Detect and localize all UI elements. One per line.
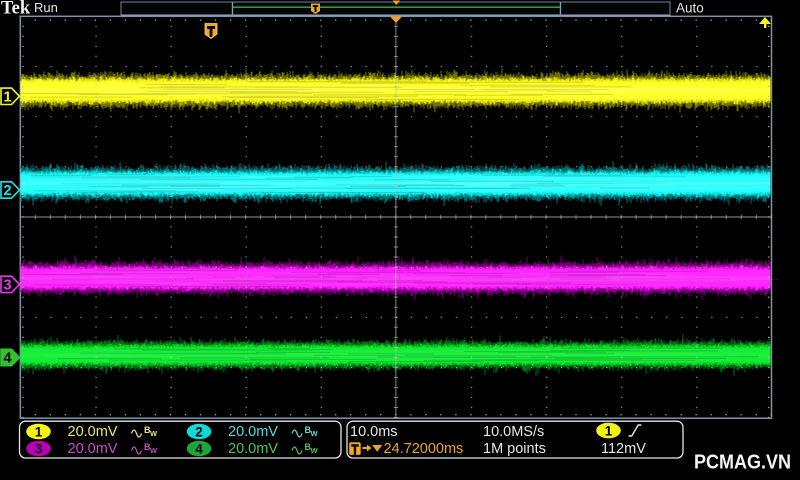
svg-text:10.0ms: 10.0ms xyxy=(350,424,398,440)
svg-text:20.0mV: 20.0mV xyxy=(228,424,278,440)
svg-text:1: 1 xyxy=(35,425,43,440)
svg-text:24.72000ms: 24.72000ms xyxy=(384,441,464,457)
svg-text:1M points: 1M points xyxy=(483,441,546,457)
svg-text:2: 2 xyxy=(195,425,203,440)
svg-text:W: W xyxy=(311,429,319,438)
svg-text:W: W xyxy=(150,446,158,455)
svg-text:3: 3 xyxy=(35,442,43,457)
svg-text:2: 2 xyxy=(3,183,11,199)
svg-text:10.0MS/s: 10.0MS/s xyxy=(483,424,544,440)
svg-text:1: 1 xyxy=(3,90,11,106)
svg-text:1: 1 xyxy=(605,424,613,439)
svg-text:Auto: Auto xyxy=(676,1,704,16)
svg-text:20.0mV: 20.0mV xyxy=(68,424,118,440)
svg-text:W: W xyxy=(311,446,319,455)
svg-text:Run: Run xyxy=(34,0,58,15)
svg-text:3: 3 xyxy=(3,278,11,294)
svg-text:20.0mV: 20.0mV xyxy=(228,441,278,457)
svg-text:20.0mV: 20.0mV xyxy=(68,441,118,457)
svg-text:4: 4 xyxy=(195,442,203,457)
svg-text:W: W xyxy=(150,429,158,438)
svg-text:PCMAG.VN: PCMAG.VN xyxy=(694,451,791,474)
svg-text:4: 4 xyxy=(3,351,11,367)
svg-text:112mV: 112mV xyxy=(601,441,646,457)
